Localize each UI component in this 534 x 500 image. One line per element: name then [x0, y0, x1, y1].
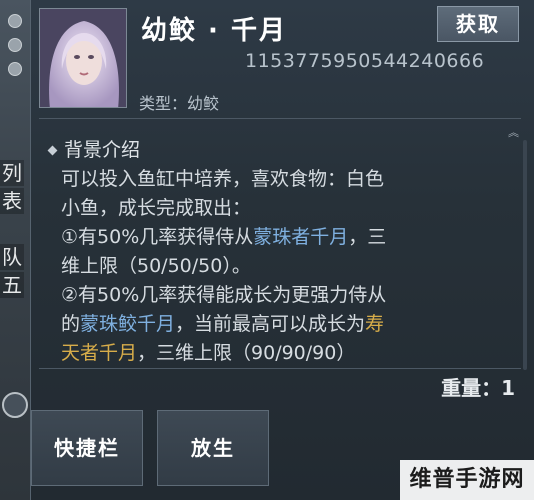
text-segment: ，三维上限（90/90/90）	[137, 342, 356, 364]
side-tab-char[interactable]: 表	[0, 188, 24, 214]
description-line: 天者千月，三维上限（90/90/90）	[45, 339, 515, 368]
status-dot-icon	[8, 62, 22, 76]
site-watermark: 维普手游网	[400, 460, 534, 500]
description-line: 的蒙珠鲛千月，当前最高可以成长为寿	[45, 310, 515, 339]
side-tab-char[interactable]: 五	[0, 272, 24, 298]
item-type: 类型：幼鲛	[139, 94, 220, 113]
game-scene-background: 列 表 队 五	[0, 0, 30, 500]
shortcut-bar-button[interactable]: 快捷栏	[31, 410, 143, 486]
description-line: ①有50%几率获得侍从蒙珠者千月，三	[45, 223, 515, 252]
status-dot-icon	[8, 38, 22, 52]
description-line: 可以投入鱼缸中培养，喜欢食物：白色	[61, 168, 385, 190]
diamond-bullet-icon	[47, 145, 58, 156]
companion-name-link[interactable]: 寿	[365, 313, 384, 335]
side-tab-char[interactable]: 队	[0, 244, 24, 270]
item-weight: 重量：1	[441, 376, 515, 400]
text-segment: ①有50%几率获得侍从	[61, 226, 254, 248]
character-portrait	[39, 8, 127, 108]
status-dot-icon	[8, 14, 22, 28]
description-line: 维上限（50/50/50）。	[61, 255, 251, 277]
description-scrollbar[interactable]	[523, 140, 527, 370]
item-id: 1153775950544240666	[245, 50, 485, 72]
description-line: ②有50%几率获得能成长为更强力侍从	[61, 284, 387, 306]
companion-name-link[interactable]: 蒙珠鲛千月	[80, 313, 175, 335]
text-segment: ，当前最高可以成长为	[175, 313, 366, 335]
companion-name-link[interactable]: 天者千月	[61, 342, 137, 364]
divider	[39, 368, 521, 369]
item-title: 幼鲛 · 千月	[141, 16, 287, 46]
description-heading: 背景介绍	[45, 136, 515, 165]
description-section: 背景介绍 可以投入鱼缸中培养，喜欢食物：白色 小鱼，成长完成取出： ①有50%几…	[45, 136, 515, 368]
description-line: 小鱼，成长完成取出：	[61, 197, 252, 219]
companion-name-link[interactable]: 蒙珠者千月	[253, 226, 348, 248]
release-button[interactable]: 放生	[157, 410, 269, 486]
round-action-button[interactable]	[2, 392, 28, 418]
side-tab-char[interactable]: 列	[0, 160, 24, 186]
text-segment: ，三	[348, 226, 387, 248]
item-detail-panel: 幼鲛 · 千月 获取 1153775950544240666 类型：幼鲛 ︽ 背…	[30, 0, 534, 500]
divider	[39, 118, 521, 119]
description-heading-label: 背景介绍	[64, 139, 141, 161]
get-button[interactable]: 获取	[437, 6, 519, 42]
text-segment: 的	[61, 313, 81, 335]
